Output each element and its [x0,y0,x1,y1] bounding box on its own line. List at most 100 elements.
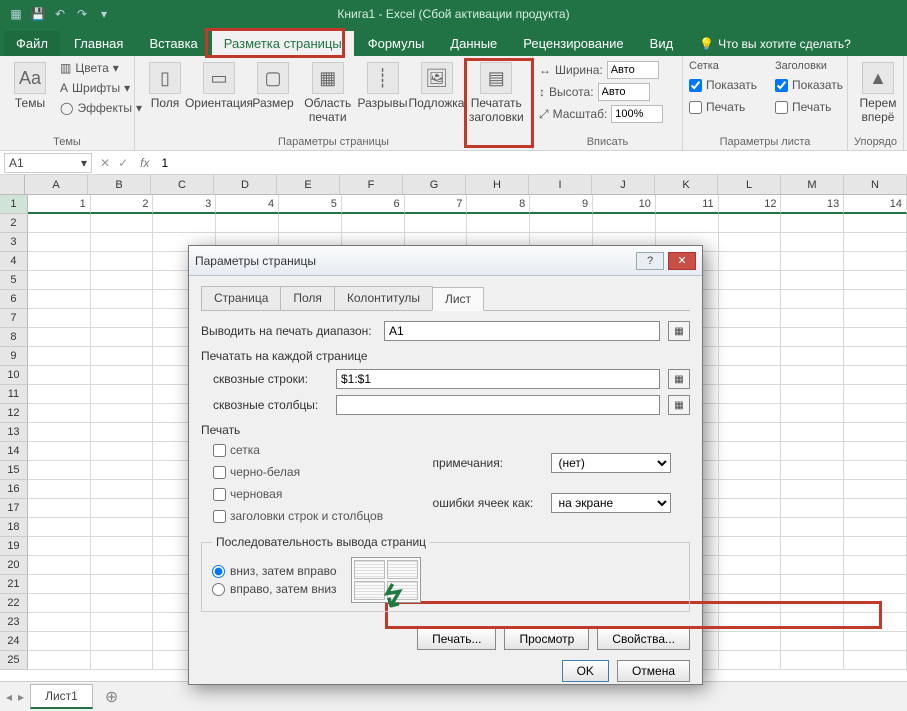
cell[interactable] [844,347,907,366]
tab-nav-prev-icon[interactable]: ◂ [6,690,12,704]
cell[interactable]: 8 [467,195,530,214]
cell[interactable] [781,423,844,442]
cell[interactable] [28,423,91,442]
row-header[interactable]: 24 [0,632,28,651]
cell[interactable] [719,442,782,461]
cell[interactable] [719,518,782,537]
range-picker-icon[interactable]: ▦ [668,321,690,341]
cell[interactable] [28,214,91,233]
cell[interactable] [844,233,907,252]
cell[interactable] [28,613,91,632]
cell[interactable] [91,651,154,670]
cell[interactable]: 6 [342,195,405,214]
cell[interactable] [91,613,154,632]
cell[interactable] [91,480,154,499]
comments-select[interactable]: (нет) [551,453,671,473]
tab-formulas[interactable]: Формулы [356,31,437,56]
dlg-tab-margins[interactable]: Поля [280,286,335,310]
dlg-tab-page[interactable]: Страница [201,286,281,310]
name-box[interactable]: A1▾ [4,153,92,173]
tab-review[interactable]: Рецензирование [511,31,635,56]
cell[interactable] [781,328,844,347]
cell[interactable] [719,214,782,233]
cell[interactable] [719,252,782,271]
formula-input[interactable] [157,156,907,170]
print-headings-check[interactable]: заголовки строк и столбцов [213,507,403,525]
cell[interactable] [844,442,907,461]
cell[interactable] [28,404,91,423]
print-bw-check[interactable]: черно-белая [213,463,403,481]
row-header[interactable]: 1 [0,195,28,214]
colors-dropdown[interactable]: ▥Цвета▾ [60,60,142,76]
height-input[interactable] [598,83,650,101]
cell[interactable] [91,347,154,366]
cell[interactable] [844,632,907,651]
cell[interactable] [28,442,91,461]
cell[interactable] [28,461,91,480]
cell[interactable] [781,290,844,309]
close-button[interactable]: ✕ [668,252,696,270]
cell[interactable] [781,309,844,328]
cell[interactable] [216,214,279,233]
row-header[interactable]: 7 [0,309,28,328]
row-header[interactable]: 19 [0,537,28,556]
column-header[interactable]: I [529,175,592,194]
row-header[interactable]: 21 [0,575,28,594]
cell[interactable] [28,290,91,309]
undo-icon[interactable]: ↶ [52,6,68,22]
cell[interactable] [719,575,782,594]
column-header[interactable]: L [718,175,781,194]
cell[interactable] [844,328,907,347]
cell[interactable] [719,651,782,670]
cell[interactable] [28,632,91,651]
column-header[interactable]: A [25,175,88,194]
print-area-button[interactable]: ▦Область печати [303,60,353,126]
grid-view-check[interactable]: Показать [689,76,757,94]
cell[interactable] [844,537,907,556]
cell[interactable] [719,328,782,347]
dlg-tab-headerfooter[interactable]: Колонтитулы [334,286,433,310]
cell[interactable] [91,556,154,575]
cell[interactable] [28,518,91,537]
column-header[interactable]: E [277,175,340,194]
dialog-titlebar[interactable]: Параметры страницы ? ✕ [189,246,702,276]
column-header[interactable]: N [844,175,907,194]
cell[interactable] [719,309,782,328]
bring-forward-button[interactable]: ▲Перем вперё [854,60,902,126]
column-header[interactable]: F [340,175,403,194]
order-over-radio[interactable]: вправо, затем вниз [212,582,337,596]
cell[interactable] [91,214,154,233]
save-icon[interactable]: 💾 [30,6,46,22]
cell[interactable] [405,214,468,233]
tab-data[interactable]: Данные [438,31,509,56]
scale-input[interactable] [611,105,663,123]
cell[interactable] [719,632,782,651]
cell[interactable] [844,214,907,233]
row-header[interactable]: 6 [0,290,28,309]
cell[interactable] [781,461,844,480]
row-header[interactable]: 13 [0,423,28,442]
cell[interactable] [844,385,907,404]
row-header[interactable]: 11 [0,385,28,404]
cell[interactable] [28,556,91,575]
cell[interactable] [28,575,91,594]
cell[interactable] [593,214,656,233]
cell[interactable] [781,214,844,233]
cell[interactable] [844,290,907,309]
cell[interactable] [467,214,530,233]
column-header[interactable]: H [466,175,529,194]
cell[interactable] [91,309,154,328]
size-button[interactable]: ▢Размер [249,60,297,112]
cell[interactable] [719,385,782,404]
print-draft-check[interactable]: черновая [213,485,403,503]
cell[interactable] [719,366,782,385]
row-header[interactable]: 3 [0,233,28,252]
cell[interactable] [844,461,907,480]
order-down-radio[interactable]: вниз, затем вправо [212,564,337,578]
properties-button[interactable]: Свойства... [597,628,690,650]
cell[interactable]: 13 [781,195,844,214]
cell[interactable] [342,214,405,233]
cell[interactable] [719,404,782,423]
row-header[interactable]: 16 [0,480,28,499]
cell[interactable] [719,290,782,309]
